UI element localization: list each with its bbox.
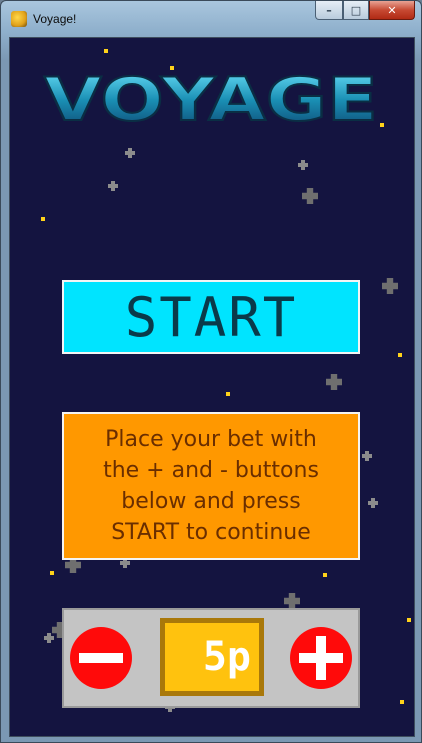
minus-icon <box>79 653 123 663</box>
decrease-bet-button[interactable] <box>70 627 132 689</box>
logo-text: VOYAGE <box>44 65 378 134</box>
maximize-button[interactable]: □ <box>343 1 369 20</box>
bet-panel: 5p <box>62 608 360 708</box>
star <box>407 618 411 622</box>
game-window: Voyage! – □ ✕ VOYAGE START Place your be… <box>0 0 422 743</box>
asteroid <box>302 188 318 204</box>
app-icon <box>11 11 27 27</box>
asteroid <box>284 593 300 609</box>
asteroid <box>362 451 372 461</box>
asteroid <box>326 374 342 390</box>
game-logo: VOYAGE <box>40 64 385 136</box>
star <box>400 700 404 704</box>
asteroid <box>298 160 308 170</box>
title-bar[interactable]: Voyage! – □ ✕ <box>1 1 421 37</box>
plus-icon-vertical <box>316 636 326 680</box>
game-canvas: VOYAGE START Place your bet with the + a… <box>9 37 415 737</box>
instructions-box: Place your bet with the + and - buttons … <box>62 412 360 560</box>
bet-amount-display: 5p <box>160 618 264 696</box>
asteroid <box>368 498 378 508</box>
close-button[interactable]: ✕ <box>369 1 415 20</box>
star <box>50 571 54 575</box>
instructions-text: Place your bet with the + and - buttons … <box>103 427 319 545</box>
asteroid <box>108 181 118 191</box>
window-title: Voyage! <box>33 12 77 26</box>
bet-amount: 5p <box>202 634 251 680</box>
star <box>41 217 45 221</box>
asteroid <box>382 278 398 294</box>
increase-bet-button[interactable] <box>290 627 352 689</box>
star <box>398 353 402 357</box>
window-controls: – □ ✕ <box>315 1 415 21</box>
asteroid <box>44 633 54 643</box>
asteroid <box>125 148 135 158</box>
minimize-button[interactable]: – <box>315 1 343 20</box>
start-button[interactable]: START <box>62 280 360 354</box>
star <box>104 49 108 53</box>
star <box>226 392 230 396</box>
star <box>323 573 327 577</box>
start-button-label: START <box>124 285 298 349</box>
